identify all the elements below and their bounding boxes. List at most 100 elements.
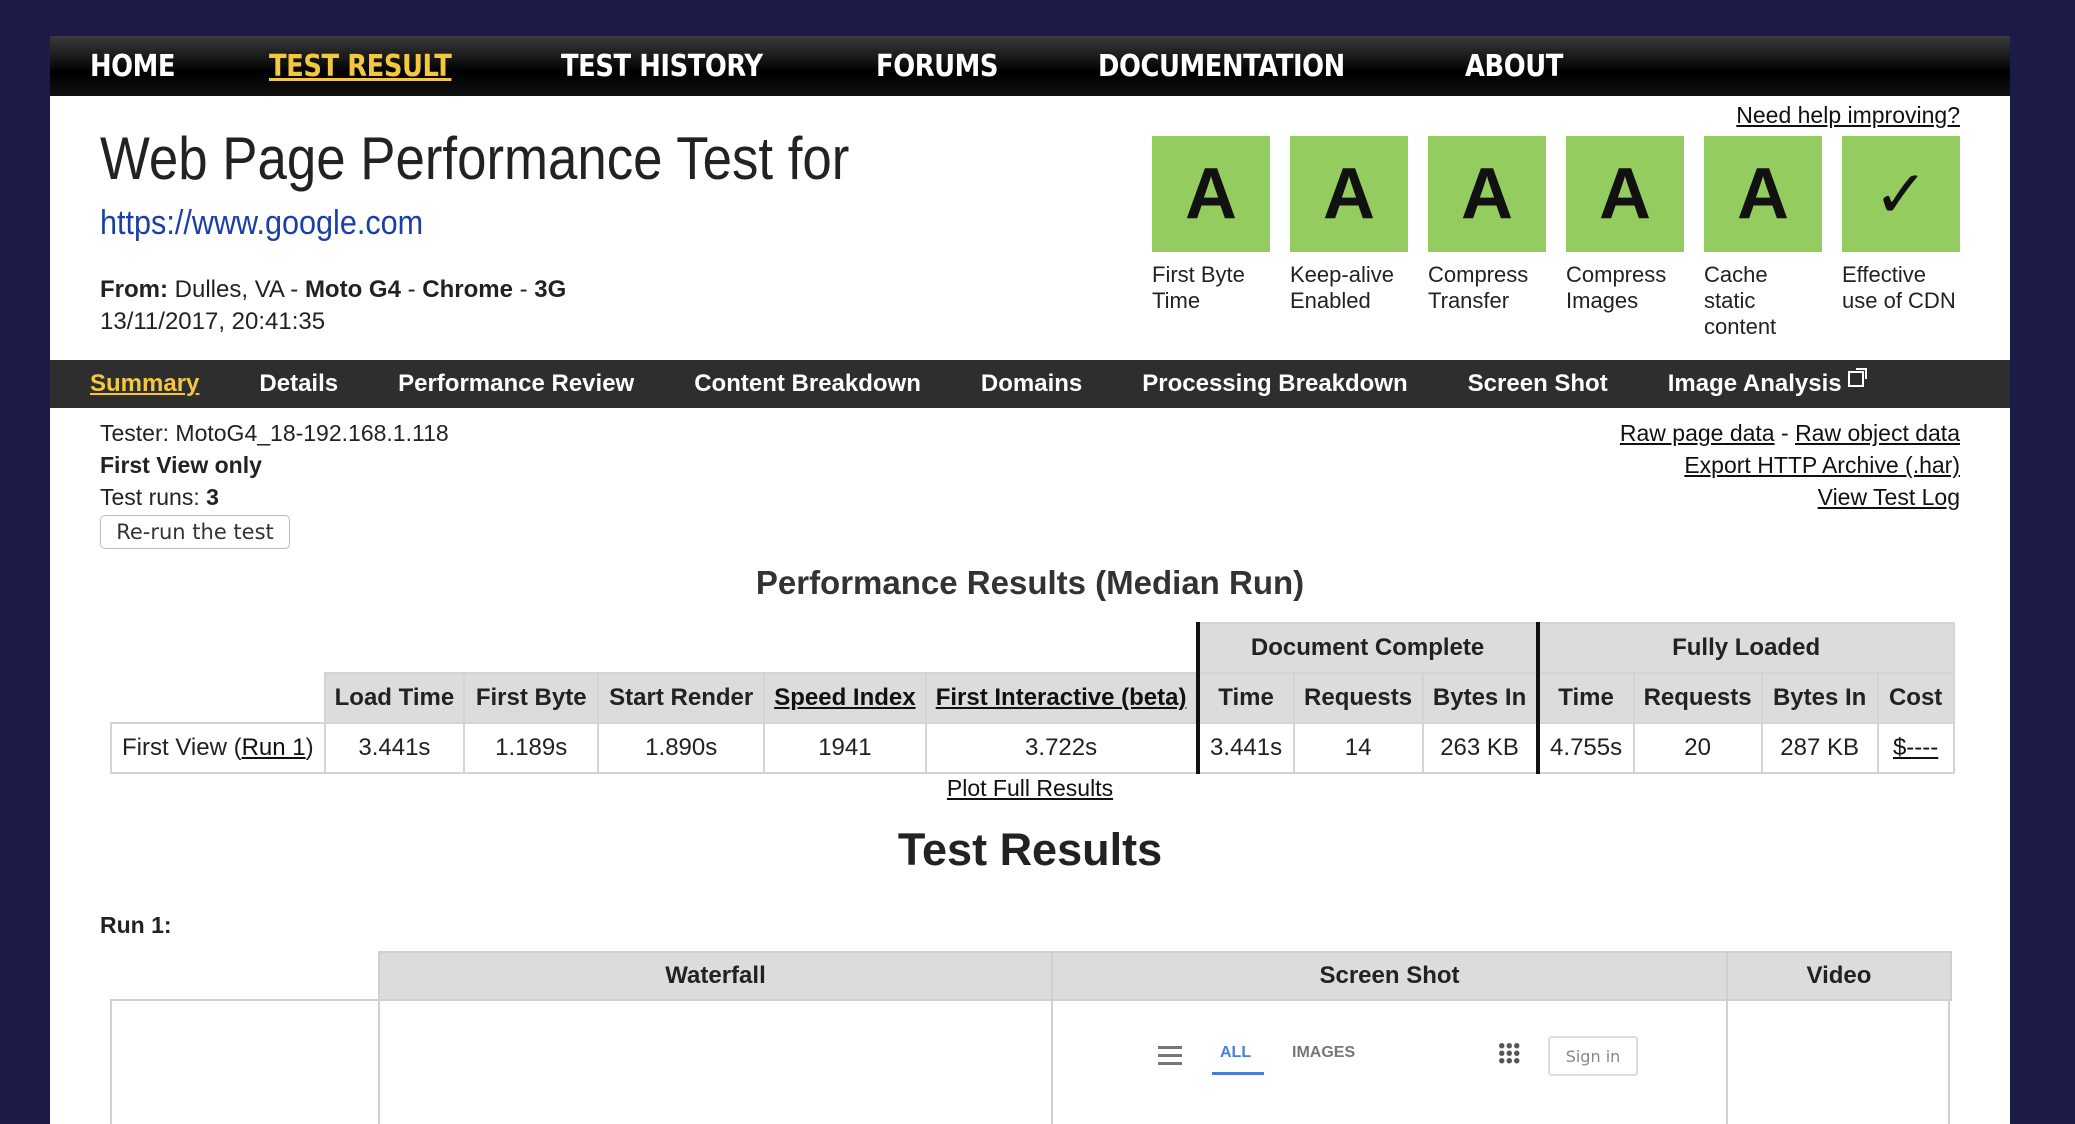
nav-home[interactable]: HOME <box>90 49 176 84</box>
rerun-test-button[interactable]: Re-run the test <box>100 515 290 549</box>
nav-about[interactable]: ABOUT <box>1465 49 1563 84</box>
cell-first-interactive: 3.722s <box>924 722 1199 774</box>
speed-index-link[interactable]: Speed Index <box>774 684 915 711</box>
nav-test-history[interactable]: TEST HISTORY <box>561 49 763 84</box>
test-results-heading: Test Results <box>897 824 1163 875</box>
cell-first-byte: 1.189s <box>463 722 600 774</box>
raw-object-data-link[interactable]: Raw object data <box>1795 420 1960 446</box>
grade-keep-alive[interactable]: A Keep-alive Enabled <box>1290 136 1408 340</box>
cell-full-requests: 20 <box>1632 722 1763 774</box>
device-name: Moto G4 <box>304 276 401 303</box>
grade-badge[interactable]: A <box>1566 136 1684 252</box>
connection-type: 3G <box>534 276 567 303</box>
grade-cache-static[interactable]: A Cache static content <box>1704 136 1822 340</box>
grade-label: Keep-alive Enabled <box>1290 262 1394 313</box>
tester-label: Tester: <box>100 420 170 446</box>
plot-full-results-link[interactable]: Plot Full Results <box>947 775 1113 801</box>
col-start-render: Start Render <box>597 672 766 724</box>
screenshot-thumbnail[interactable]: ALL IMAGES Sign in <box>1158 1036 1638 1116</box>
top-nav: HOME TEST RESULT TEST HISTORY FORUMS DOC… <box>50 36 2010 96</box>
browser-name: Chrome <box>422 276 513 303</box>
cell-load-time: 3.441s <box>323 722 466 774</box>
run-1-link[interactable]: Run 1 <box>242 734 306 761</box>
link-separator: - <box>1781 420 1789 446</box>
col-full-bytes: Bytes In <box>1760 672 1879 724</box>
col-screen-shot: Screen Shot <box>1051 951 1728 1001</box>
checkmark-icon[interactable]: ✓ <box>1842 136 1960 252</box>
grade-cdn[interactable]: ✓ Effective use of CDN <box>1842 136 1960 340</box>
preview-tab-all: ALL <box>1220 1044 1252 1061</box>
nav-documentation[interactable]: DOCUMENTATION <box>1098 49 1345 84</box>
apps-grid-icon <box>1498 1042 1520 1064</box>
divider <box>378 1001 380 1124</box>
test-runs: Test runs: 3 <box>100 484 219 511</box>
test-runs-label: Test runs: <box>100 484 200 510</box>
col-full-time: Time <box>1535 672 1635 724</box>
tab-image-analysis-label: Image Analysis <box>1667 370 1842 397</box>
col-first-byte: First Byte <box>463 672 600 724</box>
raw-data-links: Raw page data - Raw object data <box>1620 420 1960 447</box>
grade-compress-transfer[interactable]: A Compress Transfer <box>1428 136 1546 340</box>
tab-details[interactable]: Details <box>259 370 338 398</box>
tester-info: Tester: MotoG4_18-192.168.1.118 <box>100 420 449 447</box>
blank-cell <box>111 673 325 723</box>
tab-processing-breakdown[interactable]: Processing Breakdown <box>1142 370 1407 398</box>
col-cost: Cost <box>1876 672 1955 724</box>
first-interactive-link[interactable]: First Interactive (beta) <box>936 684 1187 711</box>
page-title: Web Page Performance Test for <box>100 125 850 192</box>
tester-value: MotoG4_18-192.168.1.118 <box>175 420 449 446</box>
grade-label: Cache static content <box>1704 262 1777 339</box>
tab-image-analysis[interactable]: Image Analysis <box>1667 368 1867 398</box>
grade-badge[interactable]: A <box>1704 136 1822 252</box>
grade-first-byte[interactable]: A First Byte Time <box>1152 136 1270 340</box>
tab-content-breakdown[interactable]: Content Breakdown <box>694 370 921 398</box>
view-mode: First View only <box>100 452 262 478</box>
nav-test-result[interactable]: TEST RESULT <box>269 49 452 84</box>
row-label-prefix: First View ( <box>122 734 242 761</box>
col-doc-bytes: Bytes In <box>1421 672 1539 724</box>
col-load-time: Load Time <box>323 672 466 724</box>
view-test-log-link[interactable]: View Test Log <box>1818 484 1960 511</box>
nav-forums[interactable]: FORUMS <box>876 49 998 84</box>
col-speed-index: Speed Index <box>763 672 927 724</box>
export-har-link[interactable]: Export HTTP Archive (.har) <box>1684 452 1960 479</box>
col-waterfall: Waterfall <box>378 951 1053 1001</box>
cost-link[interactable]: $---- <box>1893 734 1938 761</box>
col-video: Video <box>1726 951 1952 1001</box>
from-label: From: <box>100 276 168 303</box>
raw-page-data-link[interactable]: Raw page data <box>1620 420 1775 446</box>
grade-label: Compress Images <box>1566 262 1667 313</box>
grade-badge[interactable]: A <box>1290 136 1408 252</box>
performance-heading: Performance Results (Median Run) <box>755 564 1305 601</box>
run-table-body <box>110 999 1950 1124</box>
group-header-row: Document Complete Fully Loaded <box>111 622 1955 674</box>
run-label: Run 1: <box>100 912 172 938</box>
group-document-complete: Document Complete <box>1195 622 1539 674</box>
col-doc-requests: Requests <box>1292 672 1424 724</box>
grade-label: First Byte Time <box>1152 262 1245 313</box>
tab-screen-shot[interactable]: Screen Shot <box>1468 370 1608 398</box>
test-datetime: 13/11/2017, 20:41:35 <box>100 308 326 335</box>
external-link-icon <box>1847 368 1867 387</box>
plot-link-wrapper: Plot Full Results <box>50 775 2010 802</box>
preview-tab-images: IMAGES <box>1292 1044 1356 1061</box>
active-tab-indicator <box>1212 1072 1264 1075</box>
menu-icon <box>1158 1046 1184 1066</box>
tab-summary[interactable]: Summary <box>90 370 199 398</box>
column-header-row: Load Time First Byte Start Render Speed … <box>111 672 1955 724</box>
grade-badge[interactable]: A <box>1428 136 1546 252</box>
grade-compress-images[interactable]: A Compress Images <box>1566 136 1684 340</box>
need-help-link[interactable]: Need help improving? <box>1736 102 1960 129</box>
tab-domains[interactable]: Domains <box>981 370 1082 398</box>
performance-table: Document Complete Fully Loaded Load Time… <box>110 622 1955 774</box>
tab-performance-review[interactable]: Performance Review <box>398 370 634 398</box>
grade-badge[interactable]: A <box>1152 136 1270 252</box>
cell-cost: $---- <box>1876 722 1955 774</box>
tested-url-link[interactable]: https://www.google.com <box>100 204 423 243</box>
row-label-suffix: ) <box>305 734 314 761</box>
col-first-interactive: First Interactive (beta) <box>924 672 1199 724</box>
cell-full-time: 4.755s <box>1535 722 1635 774</box>
table-row: First View (Run 1) 3.441s 1.189s 1.890s … <box>110 722 1955 774</box>
page: HOME TEST RESULT TEST HISTORY FORUMS DOC… <box>50 36 2010 1124</box>
col-doc-time: Time <box>1195 672 1295 724</box>
